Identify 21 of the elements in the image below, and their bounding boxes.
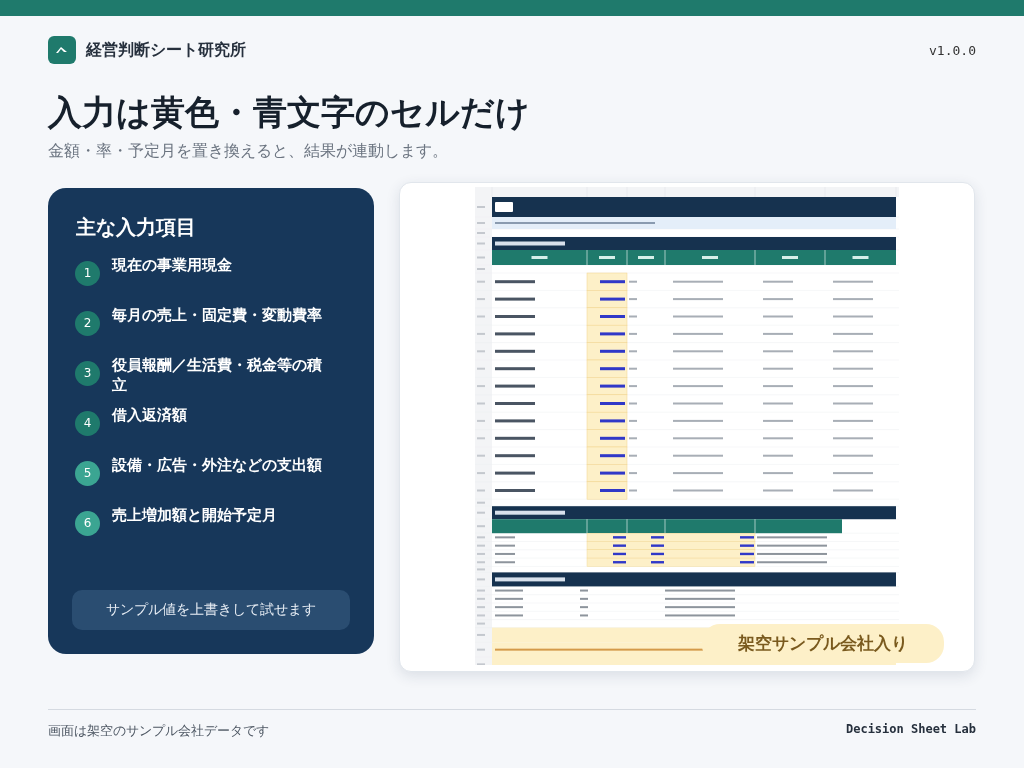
number-badge: 3 <box>75 360 100 386</box>
page-subtitle: 金額・率・予定月を置き換えると、結果が連動します。 <box>48 140 449 162</box>
page-title: 入力は黄色・青文字のセルだけ <box>48 92 531 133</box>
item-label: 現在の事業用現金 <box>112 254 232 276</box>
item-label: 設備・広告・外注などの支出額 <box>112 454 322 476</box>
panel-heading: 主な入力項目 <box>76 213 197 241</box>
item-label: 毎月の売上・固定費・変動費率 <box>112 304 322 326</box>
footer-note: 画面は架空のサンプル会社データです <box>48 721 269 740</box>
number-badge: 6 <box>75 510 100 536</box>
number-badge: 2 <box>75 310 100 336</box>
number-badge: 1 <box>75 260 100 286</box>
brand-name: 経営判断シート研究所 <box>86 39 246 61</box>
sample-note: サンプル値を上書きして試せます <box>72 589 350 630</box>
version-label: v1.0.0 <box>929 42 976 58</box>
number-badge: 5 <box>75 460 100 486</box>
number-badge: 4 <box>75 410 100 436</box>
item-label: 売上増加額と開始予定月 <box>112 504 277 526</box>
item-label: 借入返済額 <box>112 404 187 426</box>
logo-icon <box>48 36 76 64</box>
item-label: 役員報酬／生活費・税金等の積立 <box>112 354 323 396</box>
footer-brand: Decision Sheet Lab <box>845 721 976 738</box>
